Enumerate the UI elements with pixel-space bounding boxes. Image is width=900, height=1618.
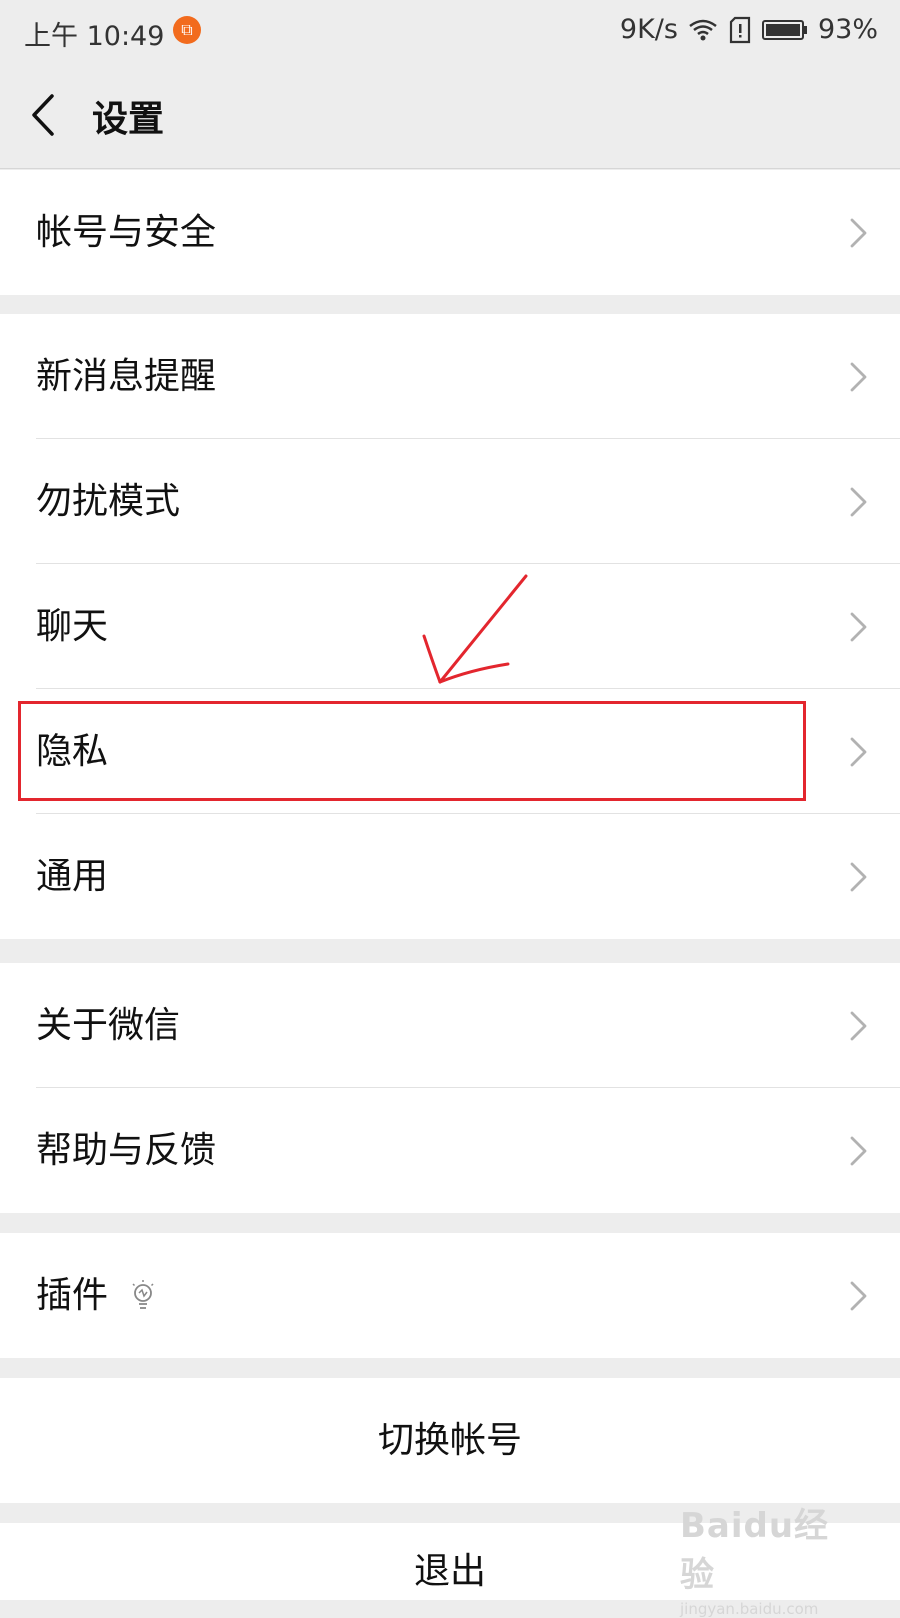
settings-group-plugins: 插件 [0, 1233, 900, 1358]
settings-group-main: 新消息提醒 勿扰模式 聊天 隐私 通用 [0, 314, 900, 939]
logout-button[interactable]: 退出 [0, 1523, 900, 1600]
settings-item-label: 帮助与反馈 [36, 1130, 217, 1171]
logout-group: 退出 [0, 1523, 900, 1600]
chevron-right-icon [850, 612, 867, 642]
status-bar: 上午 10:49 ⧉ 9K/s 93% [0, 0, 900, 64]
settings-item-about-wechat[interactable]: 关于微信 [0, 963, 900, 1088]
chevron-right-icon [850, 1011, 867, 1041]
status-right-group: 9K/s 93% [620, 14, 878, 45]
settings-item-privacy[interactable]: 隐私 [0, 689, 900, 814]
settings-item-label: 帐号与安全 [36, 212, 217, 253]
crop-notification-icon: ⧉ [173, 16, 201, 44]
settings-item-general[interactable]: 通用 [0, 814, 900, 939]
wifi-icon [688, 18, 718, 42]
settings-item-label: 隐私 [36, 731, 109, 772]
chevron-right-icon [850, 862, 867, 892]
settings-item-label: 聊天 [36, 606, 109, 647]
watermark-url: jingyan.baidu.com [680, 1600, 819, 1618]
settings-item-chat[interactable]: 聊天 [0, 564, 900, 689]
settings-group-about: 关于微信 帮助与反馈 [0, 963, 900, 1213]
settings-item-label: 关于微信 [36, 1005, 181, 1046]
chevron-right-icon [850, 487, 867, 517]
chevron-right-icon [850, 1136, 867, 1166]
chevron-right-icon [850, 1281, 867, 1311]
status-time: 上午 10:49 [24, 21, 165, 52]
page-title: 设置 [92, 99, 165, 140]
lightbulb-icon [132, 1280, 154, 1309]
battery-icon [761, 19, 808, 41]
settings-item-label: 勿扰模式 [36, 481, 181, 522]
settings-item-help-feedback[interactable]: 帮助与反馈 [0, 1088, 900, 1213]
battery-percent: 93% [817, 14, 878, 45]
sim-alert-icon [728, 16, 752, 44]
switch-account-group: 切换帐号 [0, 1378, 900, 1503]
settings-group-account: 帐号与安全 [0, 170, 900, 295]
settings-item-plugins[interactable]: 插件 [0, 1233, 900, 1358]
settings-item-label: 通用 [36, 856, 109, 897]
settings-item-notifications[interactable]: 新消息提醒 [0, 314, 900, 439]
chevron-right-icon [850, 362, 867, 392]
network-speed: 9K/s [619, 14, 678, 45]
settings-item-label: 新消息提醒 [36, 356, 217, 397]
chevron-left-icon[interactable] [24, 90, 64, 140]
settings-item-account-security[interactable]: 帐号与安全 [0, 170, 900, 295]
switch-account-button[interactable]: 切换帐号 [0, 1378, 900, 1503]
settings-item-do-not-disturb[interactable]: 勿扰模式 [0, 439, 900, 564]
chevron-right-icon [850, 218, 867, 248]
settings-item-label: 插件 [36, 1275, 109, 1316]
navigation-bar: 设置 [0, 64, 900, 169]
chevron-right-icon [850, 737, 867, 767]
